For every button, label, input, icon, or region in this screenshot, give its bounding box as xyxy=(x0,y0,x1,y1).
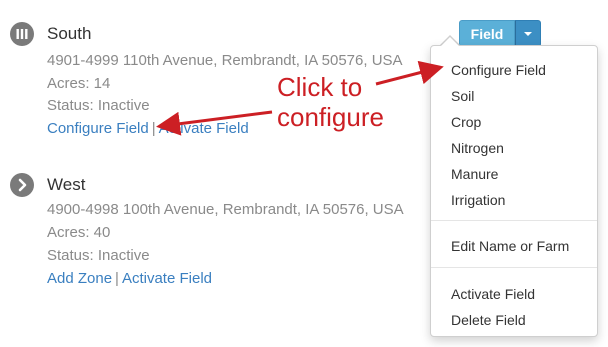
arrow-to-menu-item xyxy=(375,60,444,86)
arrow-to-configure-link xyxy=(156,110,273,136)
annotation-arrows xyxy=(156,60,444,136)
annotation-line-2: configure xyxy=(277,102,384,132)
annotation-line-1: Click to xyxy=(277,72,363,102)
annotation-text: Click to configure xyxy=(277,72,384,132)
